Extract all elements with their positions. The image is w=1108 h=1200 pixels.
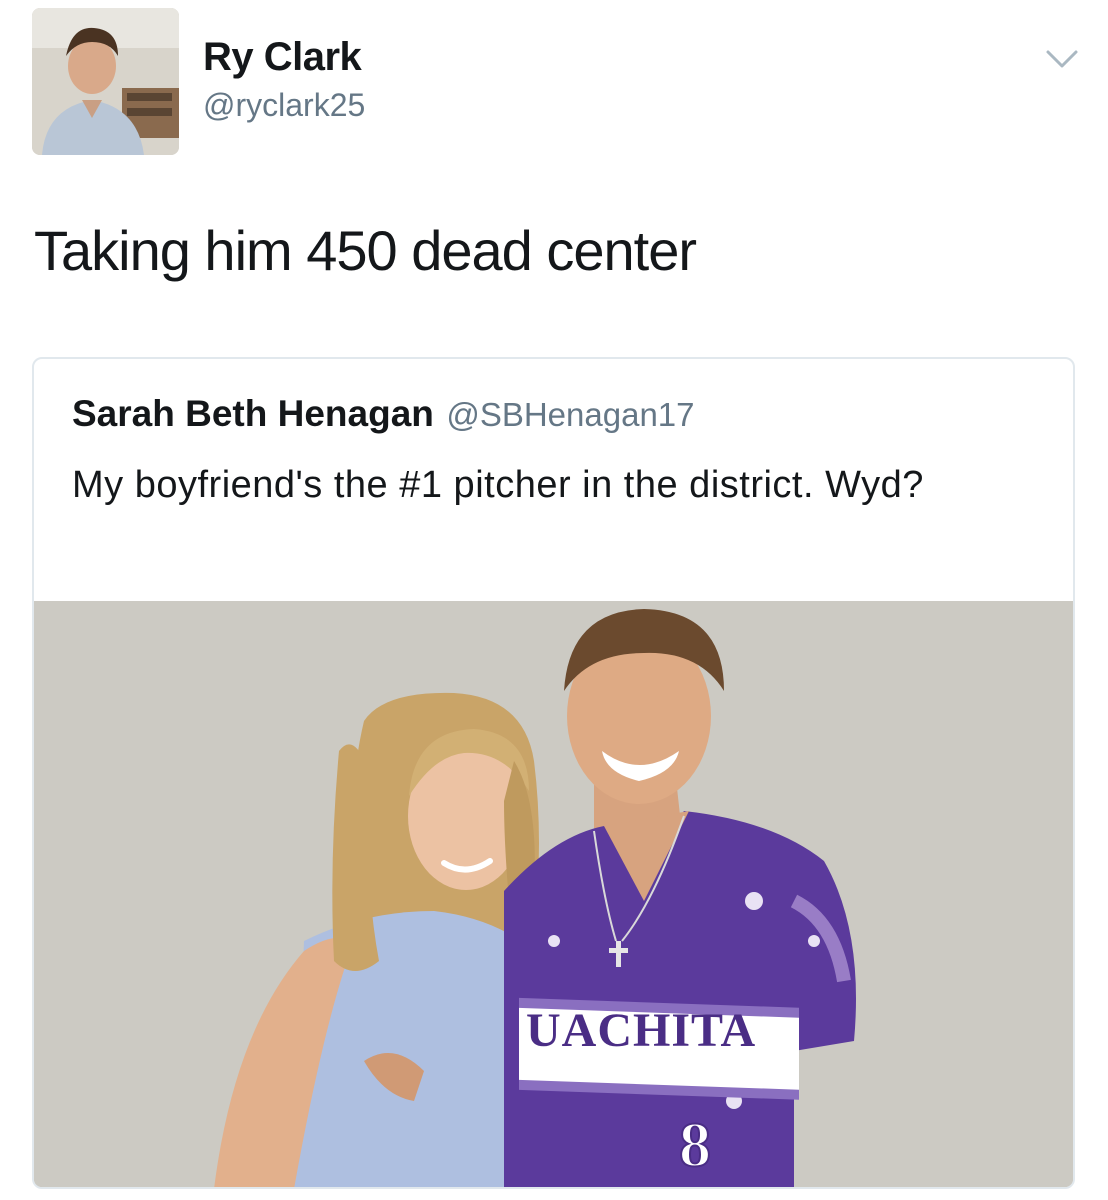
author-handle[interactable]: @ryclark25 [203,84,365,126]
quoted-tweet-header: Sarah Beth Henagan @SBHenagan17 [72,393,695,435]
avatar[interactable] [32,8,179,155]
tweet: Ry Clark @ryclark25 Taking him 450 dead … [0,0,1108,1200]
quoted-tweet-card[interactable]: Sarah Beth Henagan @SBHenagan17 My boyfr… [32,357,1075,1189]
jersey-lettering: UACHITA [526,1004,756,1057]
quoted-author-handle: @SBHenagan17 [446,396,695,433]
quoted-tweet-photo[interactable]: UACHITA 8 [34,601,1073,1187]
author-display-name[interactable]: Ry Clark [203,34,365,80]
avatar-photo [32,8,179,155]
jersey-number: 8 [679,1109,711,1180]
author-info: Ry Clark @ryclark25 [203,34,365,126]
tweet-text: Taking him 450 dead center [34,219,697,282]
chevron-down-icon[interactable] [1044,44,1080,72]
quoted-author-display-name: Sarah Beth Henagan [72,393,434,434]
quoted-tweet-text: My boyfriend's the #1 pitcher in the dis… [72,464,924,506]
